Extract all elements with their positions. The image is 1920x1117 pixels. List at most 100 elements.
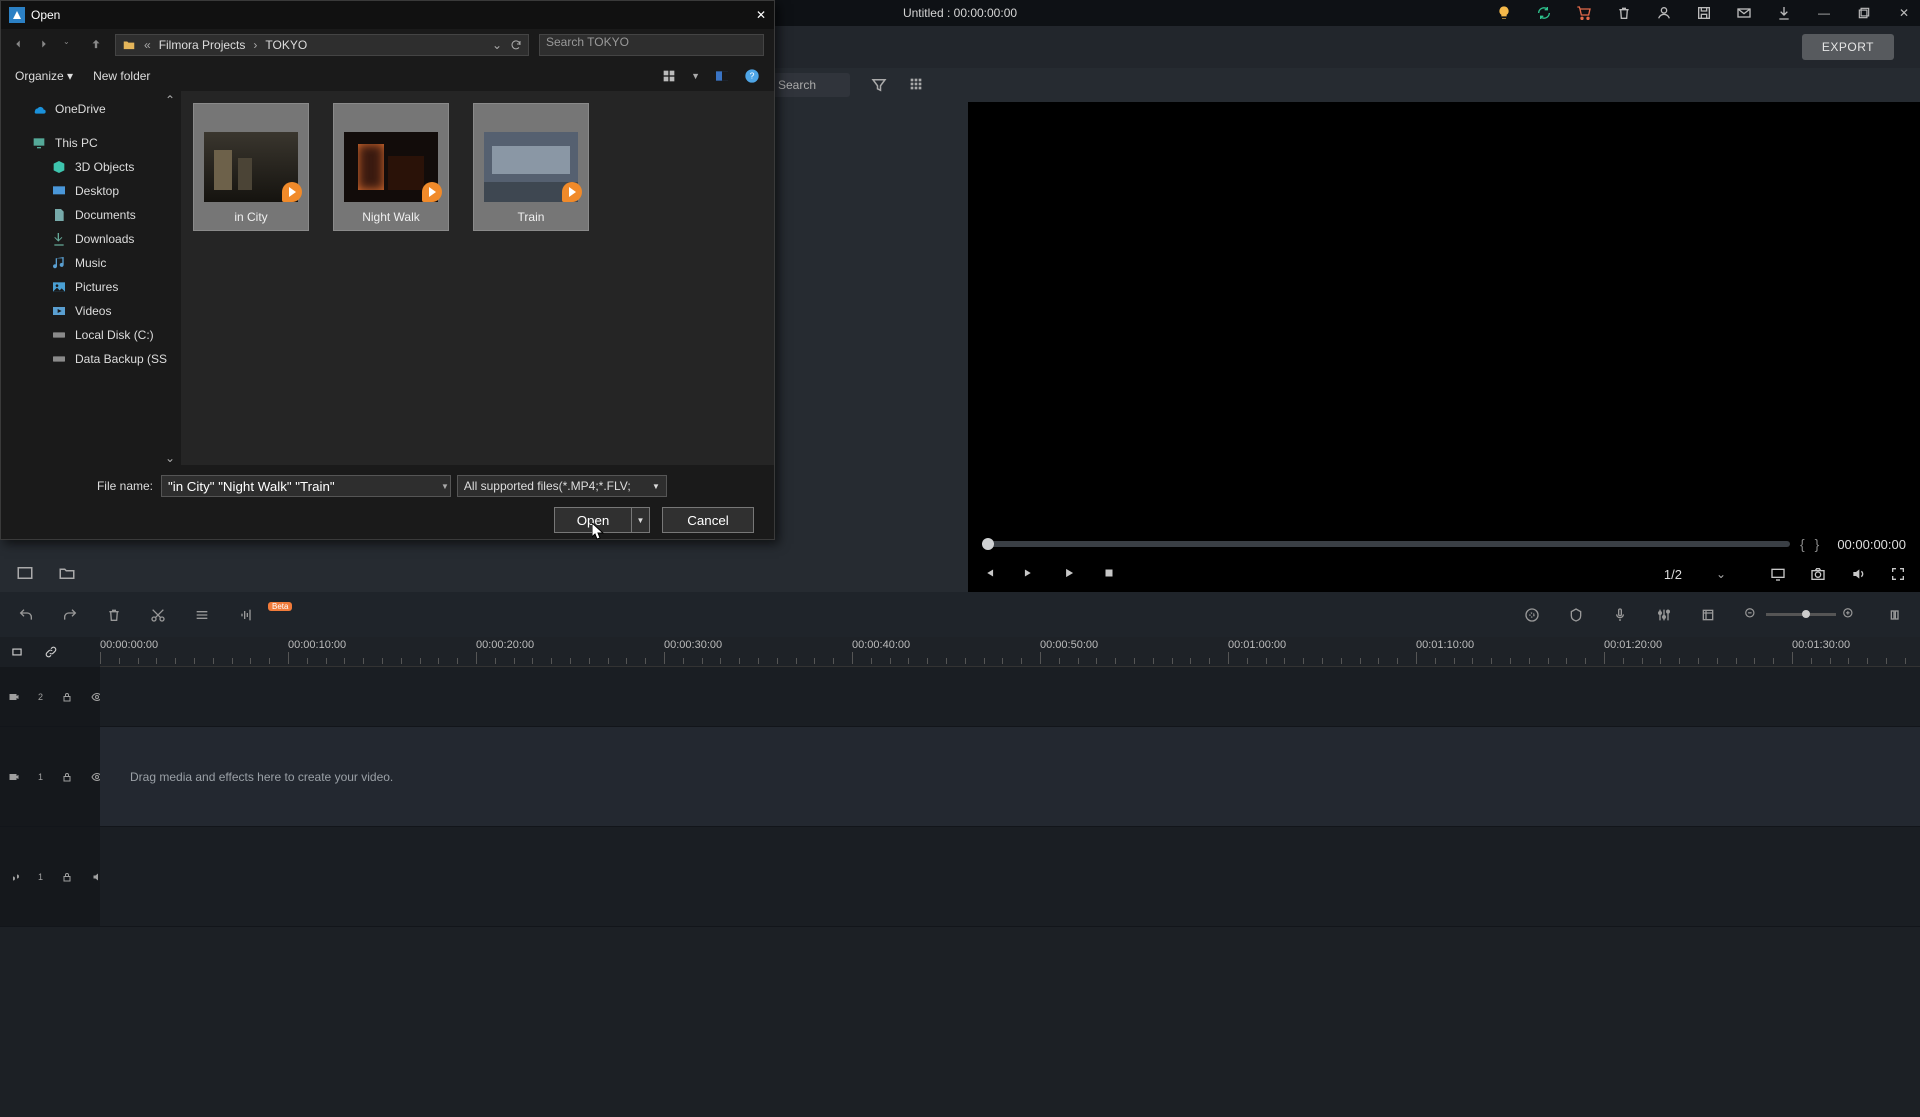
help-icon[interactable]: ? bbox=[744, 68, 760, 84]
volume-icon[interactable] bbox=[1850, 566, 1866, 582]
sidebar-item-downloads[interactable]: Downloads bbox=[1, 227, 181, 251]
cancel-button[interactable]: Cancel bbox=[662, 507, 754, 533]
preview-panel: { } 00:00:00:00 1/2 ⌄ bbox=[968, 102, 1920, 592]
dialog-title: Open bbox=[31, 8, 60, 22]
breadcrumb-segment[interactable]: TOKYO bbox=[265, 38, 307, 52]
sidebar-item-pictures[interactable]: Pictures bbox=[1, 275, 181, 299]
track-video-2: 2 bbox=[0, 667, 1920, 727]
dialog-search-input[interactable]: Search TOKYO bbox=[539, 34, 764, 56]
organize-button[interactable]: Organize ▾ bbox=[15, 69, 73, 83]
sidebar-item-desktop[interactable]: Desktop bbox=[1, 179, 181, 203]
cut-icon[interactable] bbox=[150, 607, 166, 623]
preview-pane-icon[interactable] bbox=[714, 68, 730, 84]
mail-icon[interactable] bbox=[1736, 5, 1752, 21]
undo-icon[interactable] bbox=[18, 607, 34, 623]
filename-dropdown-icon[interactable]: ▼ bbox=[441, 482, 449, 491]
crop-icon[interactable] bbox=[1700, 607, 1716, 623]
nav-forward-icon[interactable] bbox=[37, 37, 53, 53]
account-icon[interactable] bbox=[1656, 5, 1672, 21]
preview-time: 00:00:00:00 bbox=[1837, 537, 1906, 552]
folder-panel-icon[interactable] bbox=[58, 564, 76, 582]
save-icon[interactable] bbox=[1696, 5, 1712, 21]
chevron-icon: › bbox=[253, 38, 257, 52]
dialog-nav: ⌄ « Filmora Projects › TOKYO ⌄ Search TO… bbox=[1, 29, 774, 61]
play-icon[interactable] bbox=[1062, 566, 1078, 582]
filter-icon[interactable] bbox=[870, 76, 888, 94]
sidebar-item-music[interactable]: Music bbox=[1, 251, 181, 275]
sidebar-item-localdisk[interactable]: Local Disk (C:) bbox=[1, 323, 181, 347]
link-icon[interactable] bbox=[44, 645, 58, 659]
sidebar-item-onedrive[interactable]: OneDrive bbox=[1, 97, 181, 121]
nav-recent-icon[interactable]: ⌄ bbox=[63, 37, 79, 53]
refresh-icon[interactable] bbox=[510, 39, 522, 51]
track-lock-icon[interactable] bbox=[61, 771, 73, 783]
download-icon[interactable] bbox=[1776, 5, 1792, 21]
preview-zoom-value[interactable]: 1/2 bbox=[1664, 567, 1682, 582]
preview-viewport[interactable] bbox=[968, 102, 1920, 532]
preview-zoom-dropdown-icon[interactable]: ⌄ bbox=[1716, 567, 1726, 581]
ideas-icon[interactable] bbox=[1496, 5, 1512, 21]
zoom-out-icon[interactable] bbox=[1744, 607, 1760, 623]
ruler-mark: 00:01:30:00 bbox=[1792, 639, 1850, 651]
track-lock-icon[interactable] bbox=[61, 871, 73, 883]
voiceover-icon[interactable] bbox=[1612, 607, 1628, 623]
view-mode-icon[interactable] bbox=[661, 68, 677, 84]
nav-back-icon[interactable] bbox=[11, 37, 27, 53]
sidebar-scroll-down-icon[interactable]: ⌄ bbox=[165, 451, 177, 463]
sidebar-scroll-up-icon[interactable]: ⌃ bbox=[165, 93, 177, 105]
new-folder-button[interactable]: New folder bbox=[93, 69, 150, 83]
step-back-icon[interactable] bbox=[982, 566, 998, 582]
open-split-dropdown-icon[interactable]: ▼ bbox=[632, 507, 650, 533]
window-minimize-icon[interactable]: — bbox=[1816, 5, 1832, 21]
chevron-down-icon[interactable]: ⌄ bbox=[492, 38, 502, 52]
dialog-close-icon[interactable]: ✕ bbox=[756, 8, 766, 22]
sidebar-item-videos[interactable]: Videos bbox=[1, 299, 181, 323]
mark-out-icon[interactable]: } bbox=[1815, 536, 1820, 552]
filename-input[interactable] bbox=[161, 475, 451, 497]
snapshot-icon[interactable] bbox=[1810, 566, 1826, 582]
stop-icon[interactable] bbox=[1102, 566, 1118, 582]
delete-icon[interactable] bbox=[1616, 5, 1632, 21]
fullscreen-icon[interactable] bbox=[1890, 566, 1906, 582]
ruler-mark: 00:01:10:00 bbox=[1416, 639, 1474, 651]
dialog-file-area[interactable]: in City Night Walk Train bbox=[181, 91, 774, 465]
mixer-icon[interactable] bbox=[1656, 607, 1672, 623]
display-mode-icon[interactable] bbox=[1770, 566, 1786, 582]
breadcrumb[interactable]: « Filmora Projects › TOKYO ⌄ bbox=[115, 34, 529, 56]
sidebar-item-documents[interactable]: Documents bbox=[1, 203, 181, 227]
zoom-slider[interactable] bbox=[1766, 613, 1836, 616]
marker-tool-icon[interactable] bbox=[1568, 607, 1584, 623]
timeline-ruler[interactable]: 00:00:00:0000:00:10:0000:00:20:0000:00:3… bbox=[100, 637, 1920, 667]
scrub-thumb[interactable] bbox=[982, 538, 994, 550]
cart-icon[interactable] bbox=[1576, 5, 1592, 21]
file-item[interactable]: Night Walk bbox=[333, 103, 449, 231]
render-icon[interactable] bbox=[1524, 607, 1540, 623]
trash-icon[interactable] bbox=[106, 607, 122, 623]
audio-tool-icon[interactable] bbox=[238, 607, 254, 623]
nav-up-icon[interactable] bbox=[89, 37, 105, 53]
sidebar-item-3dobjects[interactable]: 3D Objects bbox=[1, 155, 181, 179]
mark-in-icon[interactable]: { bbox=[1800, 536, 1805, 552]
view-dropdown-icon[interactable]: ▼ bbox=[691, 71, 700, 81]
file-item[interactable]: Train bbox=[473, 103, 589, 231]
filetype-select[interactable]: All supported files(*.MP4;*.FLV;▼ bbox=[457, 475, 667, 497]
zoom-in-icon[interactable] bbox=[1842, 607, 1858, 623]
step-forward-icon[interactable] bbox=[1022, 566, 1038, 582]
grid-view-icon[interactable] bbox=[908, 76, 926, 94]
insert-mode-icon[interactable] bbox=[10, 645, 24, 659]
file-item[interactable]: in City bbox=[193, 103, 309, 231]
sync-icon[interactable] bbox=[1536, 5, 1552, 21]
fit-zoom-icon[interactable] bbox=[1886, 607, 1902, 623]
settings-icon[interactable] bbox=[194, 607, 210, 623]
redo-icon[interactable] bbox=[62, 607, 78, 623]
window-close-icon[interactable]: ✕ bbox=[1896, 5, 1912, 21]
export-button[interactable]: EXPORT bbox=[1802, 34, 1894, 60]
sidebar-item-thispc[interactable]: This PC bbox=[1, 131, 181, 155]
scrub-track[interactable] bbox=[982, 541, 1790, 547]
window-maximize-icon[interactable] bbox=[1856, 5, 1872, 21]
media-panel-icon[interactable] bbox=[16, 564, 34, 582]
sidebar-item-databackup[interactable]: Data Backup (SS bbox=[1, 347, 181, 371]
track-lock-icon[interactable] bbox=[61, 691, 73, 703]
breadcrumb-segment[interactable]: Filmora Projects bbox=[159, 38, 246, 52]
media-search-input[interactable]: Search bbox=[770, 73, 850, 97]
